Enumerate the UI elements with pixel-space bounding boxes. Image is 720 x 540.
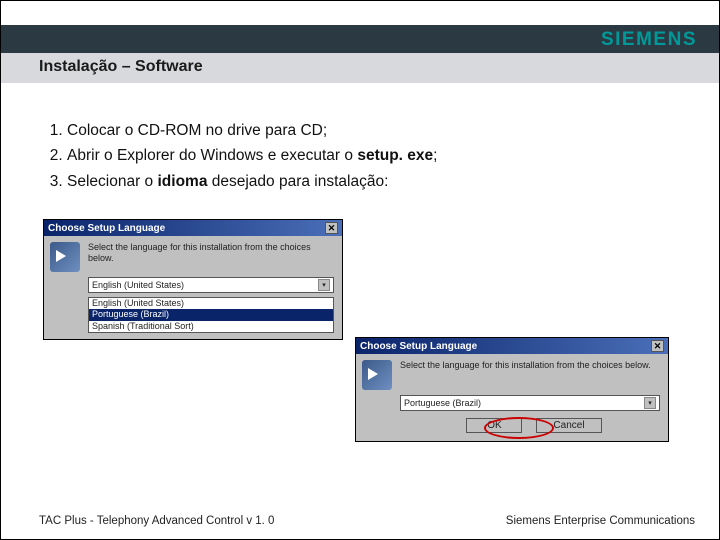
- siemens-logo: SIEMENS: [601, 29, 697, 51]
- ok-button[interactable]: OK: [466, 418, 522, 433]
- dialog-title: Choose Setup Language: [48, 223, 165, 234]
- dropdown-selected: Portuguese (Brazil): [404, 398, 481, 408]
- installer-icon: [50, 242, 80, 272]
- language-listbox[interactable]: English (United States) Portuguese (Braz…: [88, 297, 334, 333]
- dropdown-selected: English (United States): [92, 280, 184, 290]
- language-dialog-confirm: Choose Setup Language ✕ Select the langu…: [355, 337, 669, 442]
- dialog-titlebar: Choose Setup Language ✕: [44, 220, 342, 236]
- close-icon[interactable]: ✕: [651, 340, 664, 352]
- dialog-instruction: Select the language for this installatio…: [88, 242, 336, 272]
- footer-left: TAC Plus - Telephony Advanced Control v …: [39, 515, 274, 527]
- language-dropdown[interactable]: English (United States) ▾: [88, 277, 334, 293]
- language-dropdown[interactable]: Portuguese (Brazil) ▾: [400, 395, 660, 411]
- step-1: Colocar o CD-ROM no drive para CD;: [67, 119, 675, 142]
- footer-right: Siemens Enterprise Communications: [506, 515, 695, 527]
- step-3: Selecionar o idioma desejado para instal…: [67, 170, 675, 193]
- title-band: SIEMENS Instalação – Software: [1, 25, 719, 83]
- chevron-down-icon: ▾: [644, 397, 656, 409]
- list-item[interactable]: English (United States): [89, 298, 333, 309]
- installer-icon: [362, 360, 392, 390]
- close-icon[interactable]: ✕: [325, 222, 338, 234]
- step-list: Colocar o CD-ROM no drive para CD; Abrir…: [45, 119, 675, 193]
- page-title: Instalação – Software: [39, 58, 203, 76]
- step-2: Abrir o Explorer do Windows e executar o…: [67, 144, 675, 167]
- list-item[interactable]: Spanish (Traditional Sort): [89, 321, 333, 332]
- footer: TAC Plus - Telephony Advanced Control v …: [1, 515, 719, 527]
- chevron-down-icon: ▾: [318, 279, 330, 291]
- dialog-instruction: Select the language for this installatio…: [400, 360, 651, 390]
- language-dialog-expanded: Choose Setup Language ✕ Select the langu…: [43, 219, 343, 340]
- list-item[interactable]: Portuguese (Brazil): [89, 309, 333, 320]
- dialog-title: Choose Setup Language: [360, 341, 477, 352]
- dialog-titlebar: Choose Setup Language ✕: [356, 338, 668, 354]
- content-area: Colocar o CD-ROM no drive para CD; Abrir…: [1, 83, 719, 193]
- cancel-button[interactable]: Cancel: [536, 418, 601, 433]
